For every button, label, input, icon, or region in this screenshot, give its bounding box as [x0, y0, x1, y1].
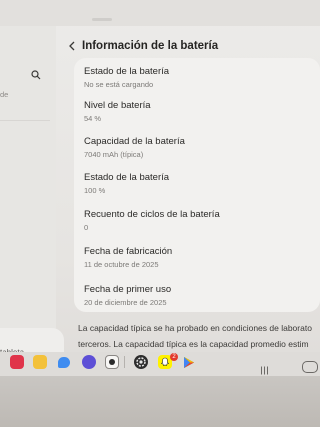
settings-list-pane: de tableta	[0, 26, 64, 370]
settings-item-snippet[interactable]: de	[0, 90, 8, 99]
description-line: La capacidad típica se ha probado en con…	[78, 323, 312, 333]
top-bezel	[0, 0, 320, 26]
row-manufacture-date[interactable]: Fecha de fabricación 11 de octubre de 20…	[84, 246, 172, 270]
red-app-icon[interactable]	[10, 355, 24, 369]
device-bezel	[0, 376, 320, 427]
row-label: Estado de la batería	[84, 172, 170, 183]
row-battery-capacity[interactable]: Capacidad de la batería 7040 mAh (típica…	[84, 136, 185, 160]
row-value: 20 de diciembre de 2025	[84, 298, 167, 307]
browser-icon[interactable]	[82, 355, 96, 369]
description-line: terceros. La capacidad típica es la capa…	[78, 339, 309, 349]
front-camera	[92, 18, 112, 21]
row-label: Fecha de primer uso	[84, 284, 172, 295]
play-store-icon[interactable]	[183, 356, 197, 370]
notification-badge: 2	[170, 353, 178, 361]
row-value: No se está cargando	[84, 80, 154, 89]
divider	[0, 120, 50, 121]
search-icon[interactable]	[31, 67, 41, 85]
home-button-icon[interactable]	[302, 361, 318, 373]
row-value: 7040 mAh (típica)	[84, 150, 144, 159]
page-header: Información de la batería	[66, 36, 218, 56]
row-label: Estado de la batería	[84, 66, 170, 77]
row-value: 11 de octubre de 2025	[84, 260, 159, 269]
camera-icon[interactable]	[105, 355, 119, 369]
row-label: Recuento de ciclos de la batería	[84, 209, 220, 220]
settings-icon[interactable]	[134, 355, 148, 369]
row-label: Fecha de fabricación	[84, 246, 173, 257]
row-battery-status[interactable]: Estado de la batería No se está cargando	[84, 66, 169, 90]
row-first-use-date[interactable]: Fecha de primer uso 20 de diciembre de 2…	[84, 284, 171, 308]
row-battery-level[interactable]: Nivel de batería 54 %	[84, 100, 151, 124]
capacity-description: La capacidad típica se ha probado en con…	[78, 320, 320, 352]
row-label: Nivel de batería	[84, 100, 151, 111]
messages-icon[interactable]	[58, 357, 70, 368]
row-cycle-count[interactable]: Recuento de ciclos de la batería 0	[84, 209, 220, 233]
recent-apps-icon[interactable]	[260, 362, 269, 375]
row-value: 54 %	[84, 114, 102, 123]
row-battery-health[interactable]: Estado de la batería 100 %	[84, 172, 169, 196]
dock-divider	[124, 356, 125, 368]
row-label: Capacidad de la batería	[84, 136, 185, 147]
row-value: 0	[84, 223, 89, 232]
notes-icon[interactable]	[33, 355, 47, 369]
page-title: Información de la batería	[82, 40, 219, 52]
back-arrow-icon[interactable]	[66, 39, 78, 53]
row-value: 100 %	[84, 186, 106, 195]
